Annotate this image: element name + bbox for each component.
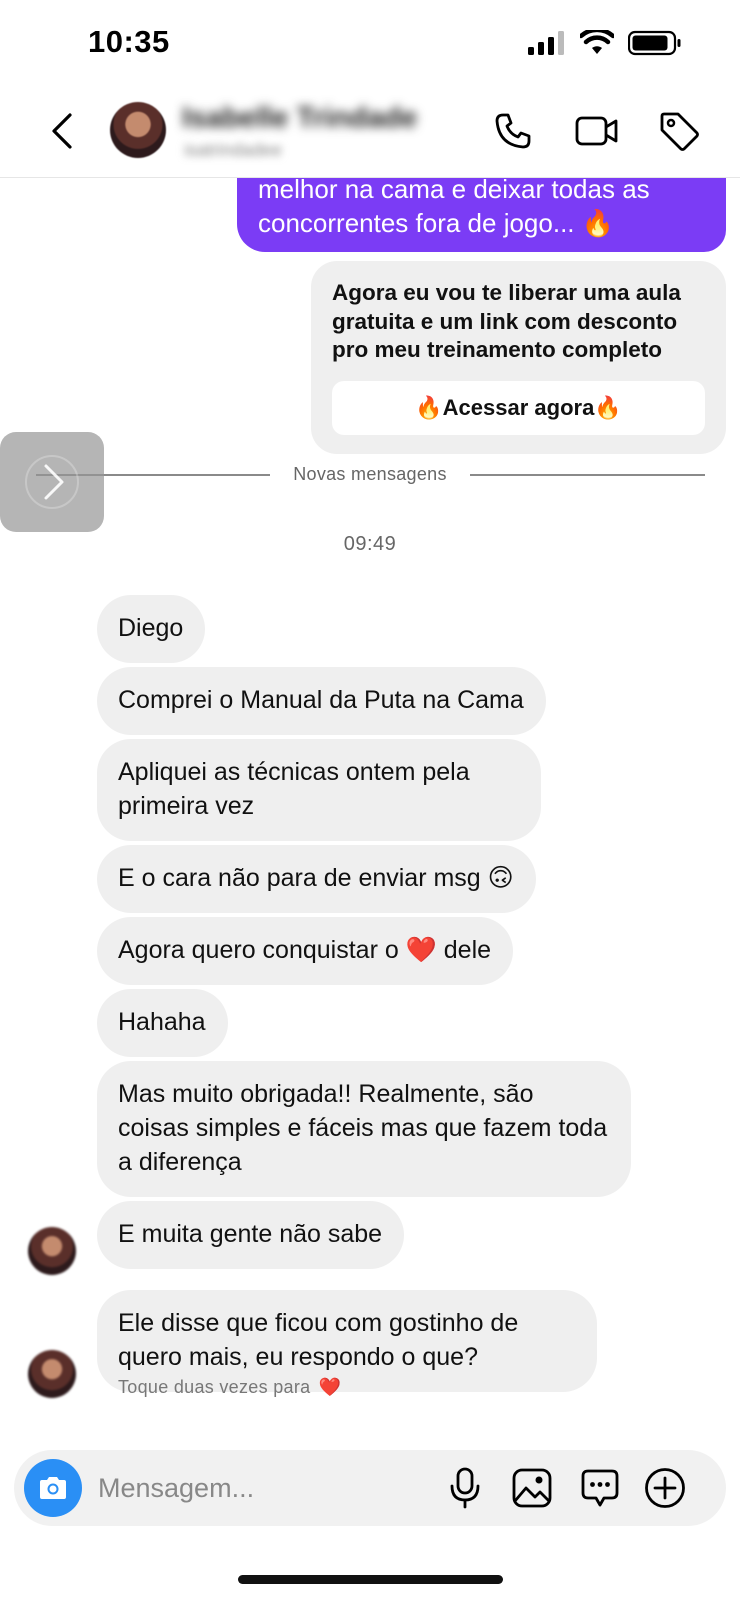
- double-tap-hint-text: Toque duas vezes para: [118, 1377, 311, 1397]
- message-text: Agora quero conquistar o ❤️ dele: [118, 936, 492, 964]
- double-tap-hint: Toque duas vezes para ❤️: [118, 1377, 341, 1398]
- chevron-left-icon: [52, 113, 72, 149]
- stickers-button[interactable]: [577, 1465, 623, 1511]
- phone-icon: [495, 113, 531, 149]
- message-text: E muita gente não sabe: [118, 1220, 383, 1248]
- received-message-bubble[interactable]: Agora quero conquistar o ❤️ dele: [97, 917, 514, 985]
- sender-avatar[interactable]: [28, 1227, 76, 1275]
- cellular-signal-icon: [528, 31, 564, 55]
- voice-call-button[interactable]: [490, 108, 536, 154]
- message-input[interactable]: [98, 1468, 418, 1508]
- contact-handle: isatrindadee: [184, 140, 283, 160]
- offer-card-text: Agora eu vou te liberar uma aula gratuit…: [332, 280, 681, 362]
- gallery-button[interactable]: [509, 1465, 555, 1511]
- received-message-bubble[interactable]: Diego: [97, 595, 206, 663]
- video-camera-icon: [575, 116, 618, 146]
- status-bar: 10:35: [0, 0, 740, 88]
- message-timestamp: 09:49: [343, 533, 397, 555]
- plus-circle-icon: [645, 1468, 685, 1508]
- sent-message-bubble[interactable]: melhor na cama e deixar todas as concorr…: [237, 178, 726, 252]
- new-messages-divider-label: Novas mensagens: [293, 464, 447, 484]
- message-text: Hahaha: [118, 1008, 206, 1036]
- tag-icon: [660, 112, 699, 151]
- divider-line-right: [470, 474, 705, 476]
- received-message-bubble[interactable]: E muita gente não sabe: [97, 1201, 405, 1269]
- message-text: Ele disse que ficou com gostinho de quer…: [118, 1309, 519, 1371]
- message-composer: [14, 1450, 726, 1526]
- chat-header: Isabelle Trindade isatrindadee: [0, 88, 740, 178]
- offer-card: Agora eu vou te liberar uma aula gratuit…: [311, 261, 726, 454]
- video-call-button[interactable]: [574, 108, 620, 154]
- received-message-bubble[interactable]: Mas muito obrigada!! Realmente, são cois…: [97, 1061, 631, 1197]
- home-indicator[interactable]: [238, 1575, 503, 1584]
- status-icons: [528, 30, 682, 56]
- heart-icon: ❤️: [318, 1377, 342, 1397]
- received-message-bubble[interactable]: E o cara não para de enviar msg 🙃: [97, 845, 536, 913]
- message-text: Comprei o Manual da Puta na Cama: [118, 686, 524, 714]
- wifi-icon: [580, 30, 614, 54]
- message-text: Diego: [118, 614, 184, 642]
- back-button[interactable]: [42, 106, 82, 156]
- access-now-button[interactable]: 🔥Acessar agora🔥: [332, 381, 705, 435]
- message-text: Mas muito obrigada!! Realmente, são cois…: [118, 1080, 608, 1176]
- sender-avatar[interactable]: [28, 1350, 76, 1398]
- microphone-icon: [450, 1467, 480, 1509]
- floating-next-button[interactable]: [0, 432, 104, 532]
- chevron-right-icon: [25, 455, 79, 509]
- label-button[interactable]: [656, 108, 702, 154]
- image-icon: [512, 1468, 552, 1508]
- sent-message-line: melhor na cama e deixar todas as: [258, 178, 650, 204]
- camera-button[interactable]: [24, 1459, 82, 1517]
- received-message-bubble[interactable]: Apliquei as técnicas ontem pela primeira…: [97, 739, 541, 841]
- voice-message-button[interactable]: [442, 1465, 488, 1511]
- more-options-button[interactable]: [642, 1465, 688, 1511]
- contact-avatar[interactable]: [110, 102, 166, 158]
- received-message-bubble[interactable]: Comprei o Manual da Puta na Cama: [97, 667, 546, 735]
- message-options-icon: [581, 1469, 619, 1507]
- message-text: E o cara não para de enviar msg 🙃: [118, 864, 514, 892]
- contact-name[interactable]: Isabelle Trindade: [182, 102, 417, 135]
- message-text: Apliquei as técnicas ontem pela primeira…: [118, 758, 470, 820]
- battery-icon: [628, 30, 681, 56]
- status-time: 10:35: [88, 24, 170, 59]
- chat-thread[interactable]: melhor na cama e deixar todas as concorr…: [0, 178, 740, 1428]
- camera-icon: [40, 1477, 66, 1499]
- sent-message-line: concorrentes fora de jogo... 🔥: [258, 208, 615, 238]
- received-message-bubble[interactable]: Hahaha: [97, 989, 228, 1057]
